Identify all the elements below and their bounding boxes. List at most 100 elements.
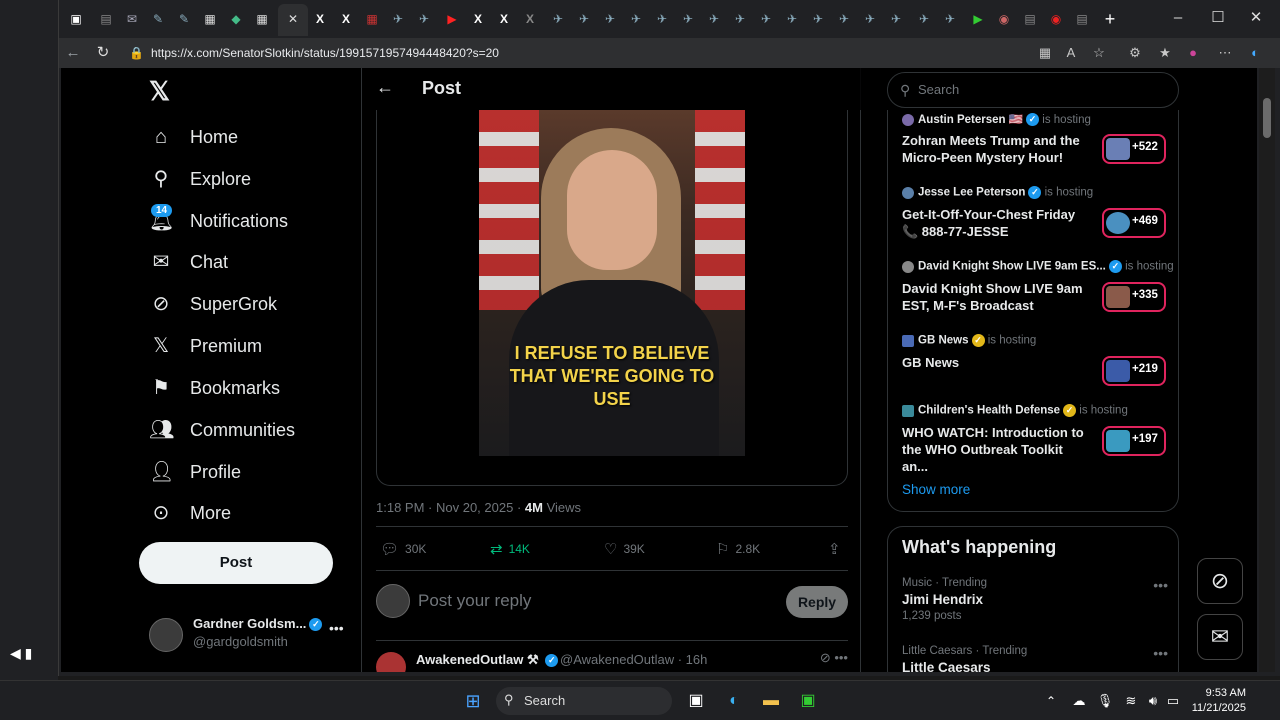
nav-communities[interactable]: 👥︎ Communities bbox=[149, 414, 295, 446]
post-button[interactable]: Post bbox=[139, 542, 333, 584]
task-view-icon[interactable]: ▣ bbox=[685, 690, 707, 712]
repost-action[interactable]: ⇄ 14K bbox=[490, 540, 530, 558]
tab-icon[interactable]: ✈ bbox=[549, 10, 567, 28]
space-item[interactable]: Austin Petersen 🇺🇸 ✓ is hosting Zohran Me… bbox=[902, 112, 1168, 176]
wifi-icon[interactable]: ≋ bbox=[1120, 690, 1142, 712]
url-field[interactable]: https://x.com/SenatorSlotkin/status/1991… bbox=[151, 43, 499, 63]
messages-float-icon[interactable]: ✉ bbox=[1197, 614, 1243, 660]
avatar[interactable] bbox=[376, 652, 406, 672]
tab-icon[interactable]: ✈ bbox=[757, 10, 775, 28]
space-item[interactable]: Children's Health Defense ✓ is hosting WH… bbox=[902, 404, 1168, 474]
post-date[interactable]: Nov 20, 2025 bbox=[436, 500, 513, 515]
tab-icon[interactable]: X bbox=[311, 10, 329, 28]
account-switcher[interactable]: Gardner Goldsm... ✓ @gardgoldsmith ••• bbox=[149, 616, 349, 660]
tab-icon[interactable]: ✎ bbox=[175, 10, 193, 28]
trend-item[interactable]: Little Caesars · Trending Little Caesars… bbox=[902, 645, 1168, 672]
back-icon[interactable]: ← bbox=[63, 43, 83, 63]
start-icon[interactable]: ⊞ bbox=[462, 690, 484, 712]
nav-premium[interactable]: 𝕏 Premium bbox=[149, 330, 262, 362]
favorites-icon[interactable]: ★ bbox=[1155, 43, 1175, 63]
reply-action[interactable]: 💬︎ 30K bbox=[380, 540, 426, 558]
nav-more[interactable]: ⊙ More bbox=[149, 497, 231, 529]
tab-icon[interactable]: ✈ bbox=[783, 10, 801, 28]
tab-icon[interactable]: ✈ bbox=[601, 10, 619, 28]
tab-icon[interactable]: ◆ bbox=[227, 10, 245, 28]
tab-icon[interactable]: ▦ bbox=[201, 10, 219, 28]
chevron-up-icon[interactable]: ⌃ bbox=[1040, 690, 1062, 712]
tab-icon[interactable]: ✈ bbox=[389, 10, 407, 28]
window-close-icon[interactable]: ✕ bbox=[1245, 8, 1267, 28]
settings-menu-icon[interactable]: ⋯ bbox=[1215, 43, 1235, 63]
tab-actions-icon[interactable]: ▣ bbox=[67, 10, 85, 28]
space-item[interactable]: Jesse Lee Peterson ✓ is hosting Get-It-Of… bbox=[902, 186, 1168, 250]
tab-icon[interactable]: ✈ bbox=[653, 10, 671, 28]
nav-home[interactable]: ⌂ Home bbox=[149, 121, 238, 153]
volume-icon[interactable]: 🔊︎ bbox=[1142, 690, 1164, 712]
maximize-icon[interactable]: ☐ bbox=[1207, 8, 1229, 28]
taskbar-search[interactable]: ⚲ Search bbox=[496, 687, 672, 715]
tab-icon[interactable]: ✈ bbox=[809, 10, 827, 28]
post-time[interactable]: 1:18 PM bbox=[376, 500, 424, 515]
close-icon[interactable]: ✕ bbox=[284, 10, 302, 28]
tab-icon[interactable]: X bbox=[337, 10, 355, 28]
copilot-icon[interactable]: ◐ bbox=[1245, 43, 1265, 63]
tab-icon[interactable]: ✈ bbox=[575, 10, 593, 28]
tab-icon[interactable]: ▦ bbox=[253, 10, 271, 28]
new-tab-icon[interactable]: + bbox=[1101, 10, 1119, 28]
microphone-icon[interactable]: 🎙︎ bbox=[1094, 690, 1116, 712]
tab-icon[interactable]: X bbox=[521, 10, 539, 28]
tab-icon[interactable]: ✉ bbox=[123, 10, 141, 28]
onedrive-icon[interactable]: ☁ bbox=[1068, 690, 1090, 712]
share-action[interactable]: ⇪ bbox=[828, 540, 847, 558]
extensions-icon[interactable]: ⚙ bbox=[1125, 43, 1145, 63]
back-arrow-icon[interactable]: ← bbox=[376, 77, 394, 98]
tab-icon[interactable]: ✈ bbox=[861, 10, 879, 28]
tab-icon[interactable]: ✈ bbox=[705, 10, 723, 28]
file-explorer-icon[interactable]: ▬ bbox=[760, 690, 782, 712]
tab-icon[interactable]: ✈ bbox=[915, 10, 933, 28]
show-more-link[interactable]: Show more bbox=[902, 482, 970, 497]
tab-icon[interactable]: ✈ bbox=[415, 10, 433, 28]
tab-icon[interactable]: X bbox=[495, 10, 513, 28]
more-dots-icon[interactable]: ••• bbox=[1153, 645, 1168, 661]
media-controls-icon[interactable]: ◀ ▮ bbox=[10, 645, 32, 662]
tab-icon[interactable]: ✈ bbox=[835, 10, 853, 28]
nav-chat[interactable]: ✉ Chat bbox=[149, 246, 228, 278]
tab-icon[interactable]: ▤ bbox=[1073, 10, 1091, 28]
tab-icon[interactable]: ◉ bbox=[995, 10, 1013, 28]
site-info-icon[interactable]: 🔒 bbox=[129, 43, 144, 63]
tab-icon[interactable]: ▶ bbox=[969, 10, 987, 28]
favorite-star-icon[interactable]: ☆ bbox=[1089, 43, 1109, 63]
tab-icon[interactable]: ▤ bbox=[1021, 10, 1039, 28]
profile-avatar-icon[interactable]: ● bbox=[1183, 43, 1203, 63]
space-item[interactable]: David Knight Show LIVE 9am ES... ✓ is hos… bbox=[902, 260, 1174, 324]
minimize-icon[interactable]: – bbox=[1167, 8, 1189, 28]
system-clock[interactable]: 9:53 AM 11/21/2025 bbox=[1190, 686, 1246, 716]
space-item[interactable]: GB News ✓ is hosting GB News +219 bbox=[902, 334, 1168, 398]
tab-icon[interactable]: X bbox=[469, 10, 487, 28]
tab-icon[interactable]: ✈ bbox=[627, 10, 645, 28]
more-dots-icon[interactable]: ••• bbox=[329, 620, 344, 636]
tab-icon[interactable]: ▦ bbox=[363, 10, 381, 28]
x-logo-icon[interactable]: 𝕏 bbox=[149, 78, 175, 104]
post-video[interactable]: I REFUSE TO BELIEVE THAT WE'RE GOING TO … bbox=[479, 110, 745, 456]
nav-supergrok[interactable]: ⊘ SuperGrok bbox=[149, 288, 277, 320]
tab-icon[interactable]: ✈ bbox=[679, 10, 697, 28]
nav-profile[interactable]: 👤︎ Profile bbox=[149, 456, 241, 488]
reply-input[interactable]: Post your reply bbox=[418, 591, 531, 611]
nav-bookmarks[interactable]: ⚑ Bookmarks bbox=[149, 372, 280, 404]
refresh-icon[interactable]: ↻ bbox=[93, 43, 113, 63]
bookmark-action[interactable]: ⚐ 2.8K bbox=[716, 540, 760, 558]
tab-icon[interactable]: ▤ bbox=[97, 10, 115, 28]
search-box[interactable]: ⚲ Search bbox=[887, 72, 1179, 108]
reply-author[interactable]: AwakenedOutlaw ⚒ ✓ bbox=[416, 652, 559, 668]
search-input[interactable]: Search bbox=[918, 82, 959, 97]
nav-explore[interactable]: ⚲ Explore bbox=[149, 163, 251, 195]
tab-icon[interactable]: ◉ bbox=[1047, 10, 1065, 28]
like-action[interactable]: ♡ 39K bbox=[604, 540, 645, 558]
scrollbar[interactable] bbox=[1259, 68, 1275, 672]
reply-button[interactable]: Reply bbox=[786, 586, 848, 618]
tab-icon[interactable]: ✈ bbox=[941, 10, 959, 28]
app-icon[interactable]: ▣ bbox=[797, 690, 819, 712]
grok-float-icon[interactable]: ⊘ bbox=[1197, 558, 1243, 604]
